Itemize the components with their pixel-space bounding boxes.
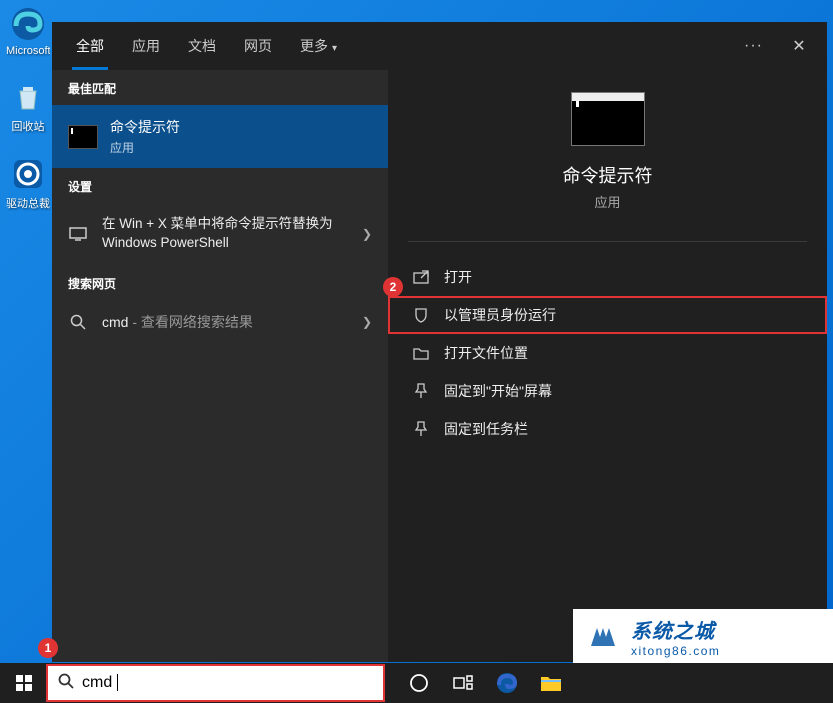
start-button[interactable] — [0, 663, 48, 703]
cmd-icon — [68, 125, 98, 149]
watermark-logo-icon — [583, 616, 623, 656]
web-label: cmd - 查看网络搜索结果 — [102, 312, 253, 332]
search-text: cmd — [82, 674, 373, 692]
desktop-icon-edge[interactable]: Microsoft Edge — [6, 6, 50, 57]
preview-column: 命令提示符 应用 打开 以管理员身份运行 打开文件位置 — [388, 70, 827, 662]
taskbar: cmd — [0, 663, 833, 703]
search-icon — [58, 673, 74, 693]
task-icons — [397, 663, 573, 703]
taskbar-explorer[interactable] — [529, 663, 573, 703]
panel-header: 全部 应用 文档 网页 更多▾ ··· ✕ — [52, 22, 827, 70]
web-header: 搜索网页 — [52, 265, 388, 300]
tab-more[interactable]: 更多▾ — [286, 23, 351, 69]
taskbar-search-input[interactable]: cmd — [48, 666, 383, 700]
tab-docs[interactable]: 文档 — [174, 23, 230, 69]
monitor-icon — [68, 227, 88, 241]
more-options-button[interactable]: ··· — [736, 29, 771, 63]
preview-top: 命令提示符 应用 — [388, 92, 827, 229]
preview-title: 命令提示符 — [563, 162, 653, 188]
search-icon — [68, 314, 88, 330]
action-label: 打开 — [444, 267, 472, 287]
action-open[interactable]: 打开 — [388, 258, 827, 296]
open-icon — [412, 270, 430, 284]
desktop-icon-label: 驱动总裁 — [6, 195, 50, 211]
desktop-icon-label: 回收站 — [6, 118, 50, 134]
action-pin-taskbar[interactable]: 固定到任务栏 — [388, 410, 827, 448]
tab-apps[interactable]: 应用 — [118, 23, 174, 69]
chevron-down-icon: ▾ — [332, 43, 337, 54]
watermark-url: xitong86.com — [631, 644, 720, 658]
action-list: 打开 以管理员身份运行 打开文件位置 固定到"开始"屏幕 固定到任务栏 — [388, 254, 827, 452]
tabs: 全部 应用 文档 网页 更多▾ — [62, 23, 351, 69]
taskbar-edge[interactable] — [485, 663, 529, 703]
action-open-location[interactable]: 打开文件位置 — [388, 334, 827, 372]
header-right: ··· ✕ — [736, 26, 819, 66]
desktop-icon-label: Microsoft Edge — [6, 45, 50, 57]
best-match-title: 命令提示符 — [110, 117, 180, 137]
chevron-right-icon: ❯ — [362, 227, 372, 241]
desktop-icon-recycle[interactable]: 回收站 — [6, 79, 50, 134]
search-panel: 全部 应用 文档 网页 更多▾ ··· ✕ 最佳匹配 命令提示符 应用 设置 — [52, 22, 827, 662]
task-view-button[interactable] — [441, 663, 485, 703]
tab-web[interactable]: 网页 — [230, 23, 286, 69]
watermark-title: 系统之城 — [631, 615, 720, 644]
action-pin-start[interactable]: 固定到"开始"屏幕 — [388, 372, 827, 410]
folder-icon — [412, 346, 430, 360]
driver-icon — [10, 156, 46, 192]
recycle-icon — [10, 79, 46, 115]
action-label: 固定到"开始"屏幕 — [444, 381, 552, 401]
setting-label: 在 Win + X 菜单中将命令提示符替换为 Windows PowerShel… — [102, 215, 348, 253]
action-label: 以管理员身份运行 — [444, 305, 556, 325]
pin-icon — [412, 421, 430, 437]
action-label: 打开文件位置 — [444, 343, 528, 363]
windows-icon — [16, 675, 32, 691]
annotation-badge-2: 2 — [383, 277, 403, 297]
action-label: 固定到任务栏 — [444, 419, 528, 439]
results-column: 最佳匹配 命令提示符 应用 设置 在 Win + X 菜单中将命令提示符替换为 … — [52, 70, 388, 662]
tab-all[interactable]: 全部 — [62, 23, 118, 69]
web-search-item[interactable]: cmd - 查看网络搜索结果 ❯ — [52, 300, 388, 344]
divider — [408, 241, 807, 242]
best-match-sub: 应用 — [110, 139, 180, 156]
setting-item[interactable]: 在 Win + X 菜单中将命令提示符替换为 Windows PowerShel… — [52, 203, 388, 265]
cmd-icon-large — [571, 92, 645, 146]
edge-icon — [10, 6, 46, 42]
pin-icon — [412, 383, 430, 399]
settings-header: 设置 — [52, 168, 388, 203]
best-match-header: 最佳匹配 — [52, 70, 388, 105]
action-run-as-admin[interactable]: 以管理员身份运行 — [388, 296, 827, 334]
annotation-badge-1: 1 — [38, 638, 58, 658]
preview-sub: 应用 — [594, 192, 620, 211]
watermark: 系统之城 xitong86.com — [573, 609, 833, 663]
desktop-icon-driver[interactable]: 驱动总裁 — [6, 156, 50, 211]
best-match-item[interactable]: 命令提示符 应用 — [52, 105, 388, 168]
chevron-right-icon: ❯ — [362, 315, 372, 329]
desktop-icons: Microsoft Edge 回收站 驱动总裁 — [6, 6, 50, 233]
close-button[interactable]: ✕ — [779, 26, 819, 66]
admin-icon — [412, 307, 430, 323]
panel-body: 最佳匹配 命令提示符 应用 设置 在 Win + X 菜单中将命令提示符替换为 … — [52, 70, 827, 662]
cortana-button[interactable] — [397, 663, 441, 703]
